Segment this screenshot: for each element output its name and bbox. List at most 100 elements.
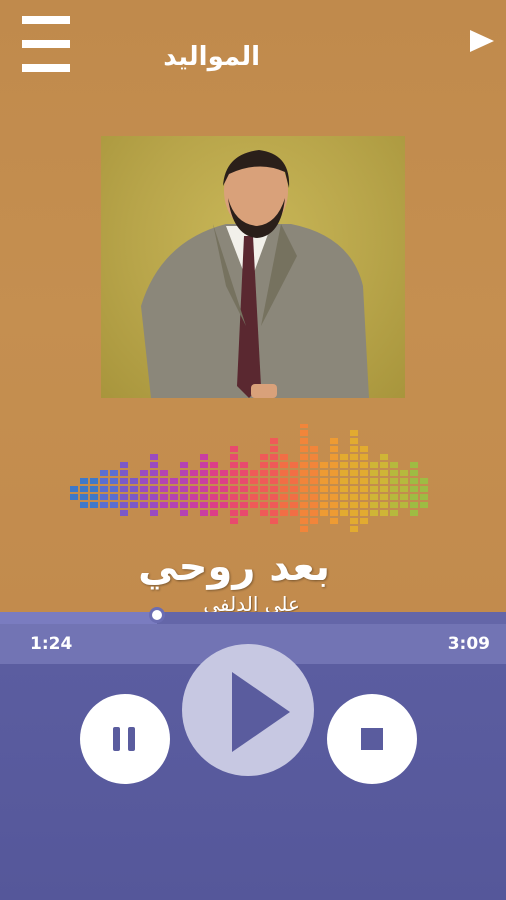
equalizer-cell [250,478,258,484]
equalizer-cell [130,502,138,508]
equalizer-cell [210,494,218,500]
hamburger-menu-icon[interactable] [22,16,70,72]
equalizer-cell [290,494,298,500]
equalizer-cell [260,486,268,492]
equalizer-cell [260,462,268,468]
equalizer-cell [350,502,358,508]
equalizer-cell [180,470,188,476]
equalizer-cell [110,470,118,476]
equalizer-cell [400,470,408,476]
album-art [101,136,405,398]
play-icon[interactable] [470,30,494,52]
equalizer-cell [360,502,368,508]
equalizer-cell [350,494,358,500]
equalizer-cell [230,494,238,500]
equalizer-cell [370,478,378,484]
equalizer-cell [150,454,158,460]
equalizer-cell [350,486,358,492]
pause-button[interactable] [80,694,170,784]
equalizer-cell [200,478,208,484]
equalizer-cell [330,486,338,492]
equalizer-cell [180,502,188,508]
equalizer-cell [340,510,348,516]
equalizer-cell [200,486,208,492]
equalizer-cell [160,486,168,492]
equalizer-cell [260,510,268,516]
equalizer-cell [140,494,148,500]
equalizer-cell [310,454,318,460]
equalizer-cell [100,494,108,500]
seek-thumb[interactable] [148,607,165,623]
seek-bar[interactable] [0,612,506,624]
equalizer-cell [250,494,258,500]
page-title: المواليد [163,42,260,72]
equalizer-cell [350,430,358,436]
play-button[interactable] [182,644,314,776]
equalizer-cell [350,518,358,524]
equalizer-cell [180,486,188,492]
equalizer-cell [320,478,328,484]
equalizer-cell [210,470,218,476]
equalizer-cell [280,502,288,508]
equalizer-cell [230,502,238,508]
equalizer-cell [280,462,288,468]
equalizer-cell [270,478,278,484]
equalizer-cell [120,494,128,500]
equalizer-cell [310,486,318,492]
equalizer-cell [280,510,288,516]
play-icon [232,672,290,752]
equalizer-cell [80,494,88,500]
equalizer-cell [220,478,228,484]
equalizer-cell [70,494,78,500]
equalizer-cell [270,470,278,476]
equalizer-cell [350,526,358,532]
equalizer-cell [350,478,358,484]
equalizer-cell [130,478,138,484]
equalizer-cell [340,462,348,468]
equalizer-cell [330,494,338,500]
equalizer-cell [260,494,268,500]
equalizer-cell [230,446,238,452]
equalizer-cell [120,470,128,476]
equalizer-cell [240,486,248,492]
equalizer-cell [300,486,308,492]
equalizer-cell [420,494,428,500]
equalizer-cell [300,510,308,516]
equalizer-cell [230,454,238,460]
equalizer-cell [160,470,168,476]
equalizer-cell [400,478,408,484]
equalizer-cell [110,478,118,484]
equalizer-cell [290,502,298,508]
equalizer-cell [360,518,368,524]
equalizer-cell [380,470,388,476]
equalizer-cell [370,502,378,508]
equalizer-cell [270,454,278,460]
equalizer-cell [210,462,218,468]
equalizer-cell [170,478,178,484]
equalizer-cell [130,494,138,500]
player-panel: 1:24 3:09 [0,624,506,900]
equalizer-cell [380,478,388,484]
equalizer-cell [100,486,108,492]
equalizer-cell [330,454,338,460]
equalizer-cell [200,510,208,516]
equalizer-cell [350,454,358,460]
equalizer-cell [350,438,358,444]
equalizer-cell [280,470,288,476]
equalizer-cell [320,494,328,500]
equalizer-cell [150,470,158,476]
equalizer-cell [190,486,198,492]
equalizer-cell [310,510,318,516]
equalizer-cell [190,470,198,476]
equalizer-cell [230,486,238,492]
equalizer-cell [260,478,268,484]
equalizer-cell [110,502,118,508]
equalizer-cell [300,478,308,484]
equalizer-cell [370,486,378,492]
equalizer-cell [230,470,238,476]
equalizer-cell [360,510,368,516]
stop-button[interactable] [327,694,417,784]
equalizer-cell [250,470,258,476]
top-bar: المواليد [0,0,506,100]
equalizer-cell [200,462,208,468]
